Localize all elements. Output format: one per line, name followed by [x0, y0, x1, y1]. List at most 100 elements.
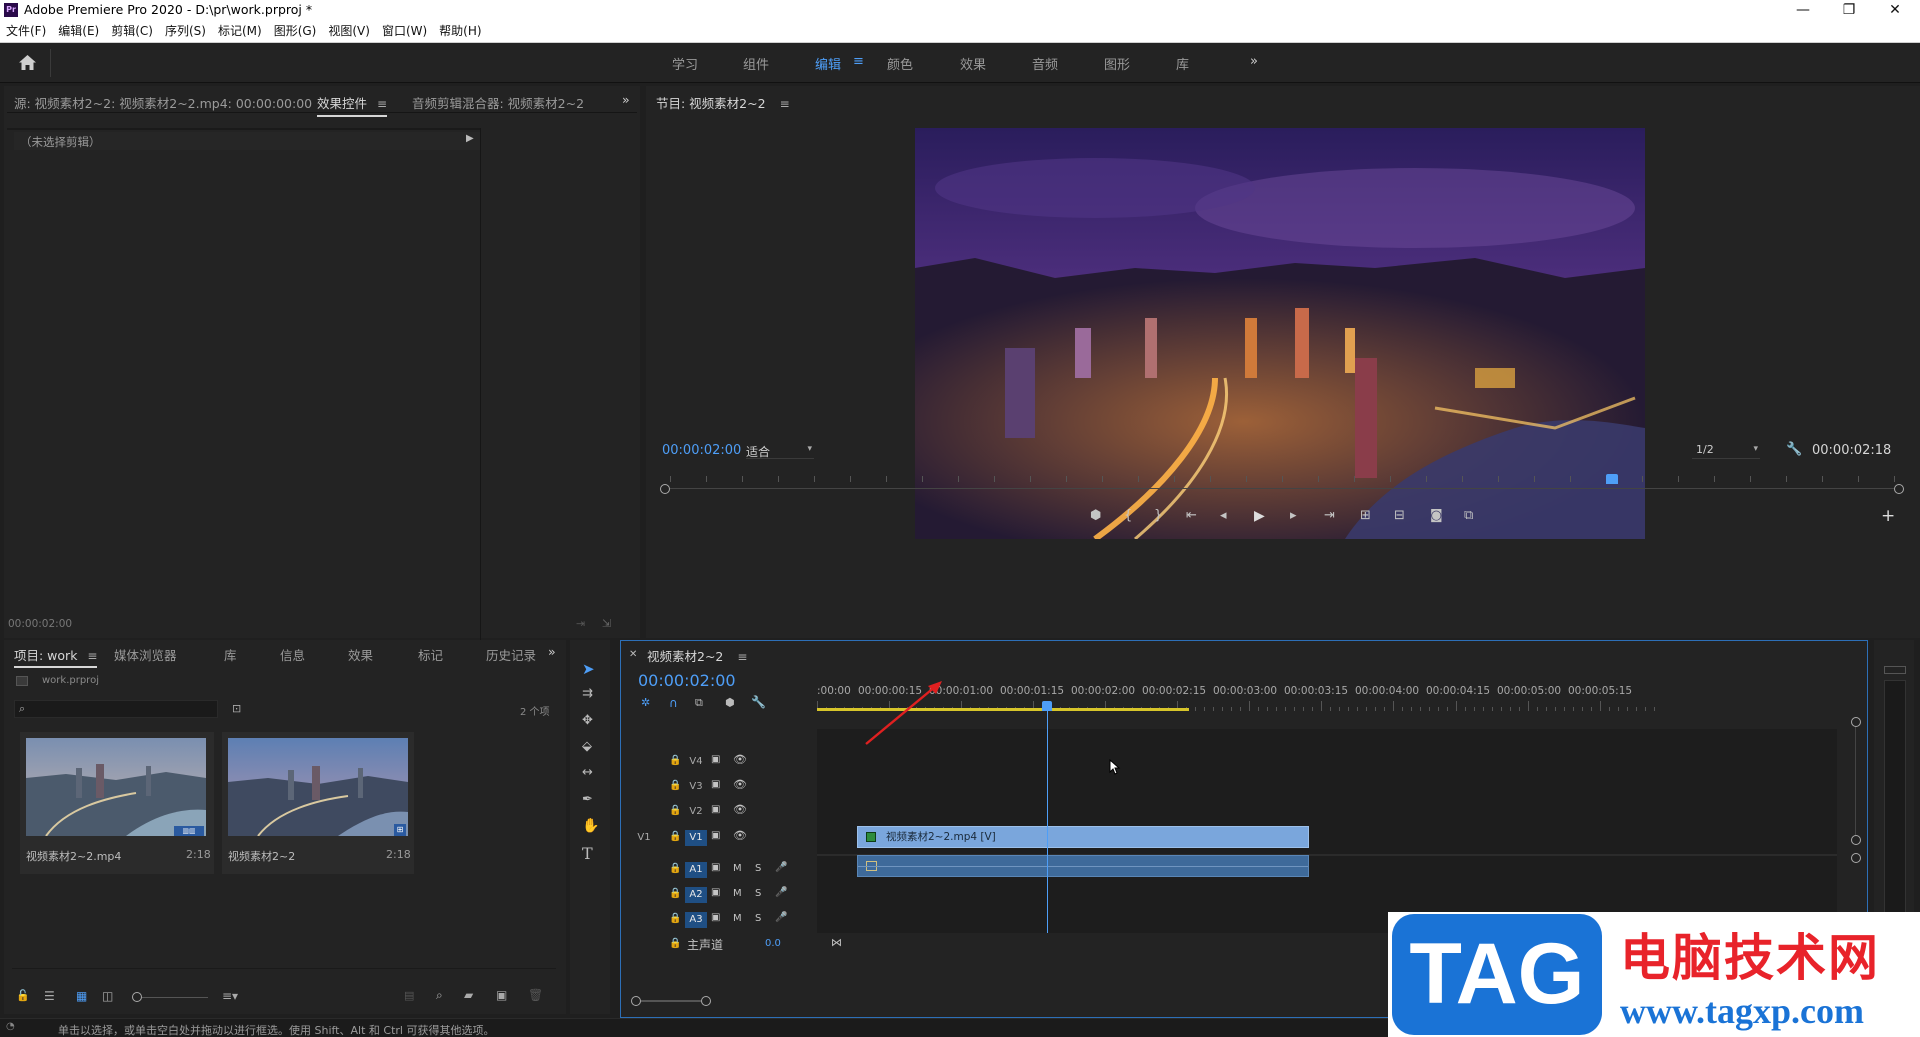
- panel-overflow-icon[interactable]: »: [548, 644, 556, 659]
- scroll-handle[interactable]: [701, 996, 711, 1006]
- panel-menu-icon[interactable]: ≡: [87, 649, 97, 663]
- new-search-bin-icon[interactable]: ⊡: [232, 702, 241, 715]
- track-label-v4[interactable]: V4: [685, 754, 707, 770]
- menu-window[interactable]: 窗口(W): [376, 20, 433, 43]
- menu-help[interactable]: 帮助(H): [433, 20, 487, 43]
- snap-icon[interactable]: ∩: [669, 696, 678, 710]
- automate-to-sequence-icon[interactable]: ▤: [404, 989, 414, 1002]
- expand-arrow-icon[interactable]: ▶: [466, 133, 474, 144]
- fit-dropdown[interactable]: 适合 ▾: [746, 443, 814, 459]
- pen-tool-icon[interactable]: ✒: [582, 792, 593, 807]
- step-forward-icon[interactable]: ▸: [1290, 508, 1297, 523]
- lock-track-icon[interactable]: 🔒: [669, 888, 681, 899]
- sync-lock-icon[interactable]: ▣: [711, 912, 720, 923]
- lock-track-icon[interactable]: 🔒: [669, 913, 681, 924]
- camera-icon[interactable]: ◙: [1430, 508, 1443, 523]
- zoom-slider-track[interactable]: [142, 997, 208, 998]
- scroll-handle-right[interactable]: [1894, 484, 1904, 494]
- menu-graphics[interactable]: 图形(G): [268, 20, 323, 43]
- voice-over-mic-icon[interactable]: 🎤: [775, 862, 787, 873]
- program-current-timecode[interactable]: 00:00:02:00: [662, 443, 741, 458]
- program-monitor-title[interactable]: 节目: 视频素材2~2 ≡: [656, 93, 790, 112]
- hand-tool-icon[interactable]: ✋: [582, 818, 599, 834]
- lock-track-icon[interactable]: 🔒: [669, 863, 681, 874]
- program-playhead[interactable]: [1606, 474, 1619, 484]
- track-label-a3[interactable]: A3: [685, 912, 707, 928]
- track-header-v3[interactable]: 🔒 V3 ▣ 👁: [621, 774, 845, 799]
- go-to-next-keyframe-icon[interactable]: ⋈: [831, 936, 842, 949]
- scroll-handle[interactable]: [1851, 835, 1861, 845]
- solo-button[interactable]: S: [755, 888, 761, 899]
- go-to-in-icon[interactable]: ⇤: [1186, 508, 1197, 523]
- play-icon[interactable]: ▶: [1254, 508, 1265, 524]
- eye-icon[interactable]: 👁: [733, 803, 747, 816]
- panel-overflow-icon[interactable]: »: [622, 92, 630, 107]
- voice-over-mic-icon[interactable]: 🎤: [775, 887, 787, 898]
- wrench-icon[interactable]: 🔧: [1786, 442, 1802, 457]
- timeline-timecode[interactable]: 00:00:02:00: [638, 671, 736, 690]
- lock-track-icon[interactable]: 🔒: [669, 755, 681, 766]
- track-select-tool-icon[interactable]: ⇉: [582, 686, 593, 701]
- tab-audio-clip-mixer[interactable]: 音频剪辑混合器: 视频素材2~2: [412, 93, 584, 112]
- timeline-playhead[interactable]: [1047, 711, 1048, 933]
- horizontal-scrollbar[interactable]: [641, 1000, 701, 1002]
- razor-tool-icon[interactable]: ⬙: [582, 739, 592, 754]
- menu-view[interactable]: 视图(V): [322, 20, 376, 43]
- add-marker-icon[interactable]: ⬢: [725, 696, 735, 709]
- lift-icon[interactable]: ⊞: [1360, 508, 1371, 523]
- close-sequence-icon[interactable]: ✕: [629, 649, 637, 660]
- minimize-button[interactable]: —: [1780, 0, 1826, 20]
- comparison-view-icon[interactable]: ⧉: [1464, 508, 1473, 523]
- workspace-audio[interactable]: 音频: [1032, 54, 1058, 73]
- workspace-color[interactable]: 颜色: [887, 54, 913, 73]
- tab-effects[interactable]: 效果: [348, 645, 373, 664]
- list-view-icon[interactable]: ☰: [44, 989, 55, 1003]
- scroll-handle[interactable]: [631, 996, 641, 1006]
- track-header-v1[interactable]: V1 🔒 V1 ▣ 👁: [621, 825, 845, 850]
- project-search-input[interactable]: ⌕: [14, 700, 218, 718]
- project-item[interactable]: ▥▥ 视频素材2~2.mp4 2:18: [20, 732, 214, 874]
- tab-sequence[interactable]: 视频素材2~2 ≡: [647, 646, 747, 665]
- master-volume-value[interactable]: 0.0: [765, 938, 781, 949]
- close-button[interactable]: ✕: [1872, 0, 1918, 20]
- lock-track-icon[interactable]: 🔒: [669, 938, 681, 949]
- sync-lock-icon[interactable]: ▣: [711, 830, 720, 841]
- new-bin-icon[interactable]: ▰: [464, 988, 473, 1002]
- button-editor-icon[interactable]: +: [1881, 506, 1895, 526]
- workspace-editing[interactable]: 编辑: [815, 54, 841, 73]
- solo-button[interactable]: S: [755, 913, 761, 924]
- scroll-handle-left[interactable]: [660, 484, 670, 494]
- project-item[interactable]: ⊞ 视频素材2~2 2:18: [222, 732, 414, 874]
- video-clip[interactable]: 视频素材2~2.mp4 [V]: [857, 826, 1309, 848]
- slip-tool-icon[interactable]: ↔: [582, 765, 593, 780]
- tab-markers[interactable]: 标记: [418, 645, 443, 664]
- track-label-v1[interactable]: V1: [685, 830, 707, 846]
- workspace-learn[interactable]: 学习: [672, 54, 698, 73]
- panel-menu-icon[interactable]: ≡: [780, 97, 790, 111]
- lock-track-icon[interactable]: 🔒: [669, 805, 681, 816]
- track-label-a2[interactable]: A2: [685, 887, 707, 903]
- mute-button[interactable]: M: [733, 913, 742, 924]
- workspace-overflow-icon[interactable]: »: [1250, 54, 1258, 69]
- scroll-handle[interactable]: [1851, 717, 1861, 727]
- solo-button[interactable]: S: [755, 863, 761, 874]
- export-frame-icon[interactable]: ⇥: [576, 617, 585, 630]
- workspace-effects[interactable]: 效果: [960, 54, 986, 73]
- menu-edit[interactable]: 编辑(E): [52, 20, 105, 43]
- add-marker-icon[interactable]: ⬢: [1090, 508, 1101, 523]
- eye-icon[interactable]: 👁: [733, 778, 747, 791]
- new-item-icon[interactable]: ▣: [496, 988, 507, 1002]
- tab-project[interactable]: 项目: work ≡: [14, 645, 98, 668]
- home-icon[interactable]: [18, 54, 37, 71]
- sort-icon[interactable]: ≡▾: [222, 989, 238, 1003]
- lock-track-icon[interactable]: 🔒: [669, 780, 681, 791]
- tab-effect-controls[interactable]: 效果控件 ≡: [317, 93, 388, 117]
- sync-lock-icon[interactable]: ▣: [711, 804, 720, 815]
- tab-info[interactable]: 信息: [280, 645, 305, 664]
- tab-source[interactable]: 源: 视频素材2~2: 视频素材2~2.mp4: 00:00:00:00: [14, 93, 312, 112]
- workspace-libraries[interactable]: 库: [1176, 54, 1189, 73]
- mute-button[interactable]: M: [733, 888, 742, 899]
- sync-lock-icon[interactable]: ▣: [711, 754, 720, 765]
- mark-in-icon[interactable]: {: [1124, 508, 1132, 523]
- nest-icon[interactable]: ✲: [641, 696, 650, 709]
